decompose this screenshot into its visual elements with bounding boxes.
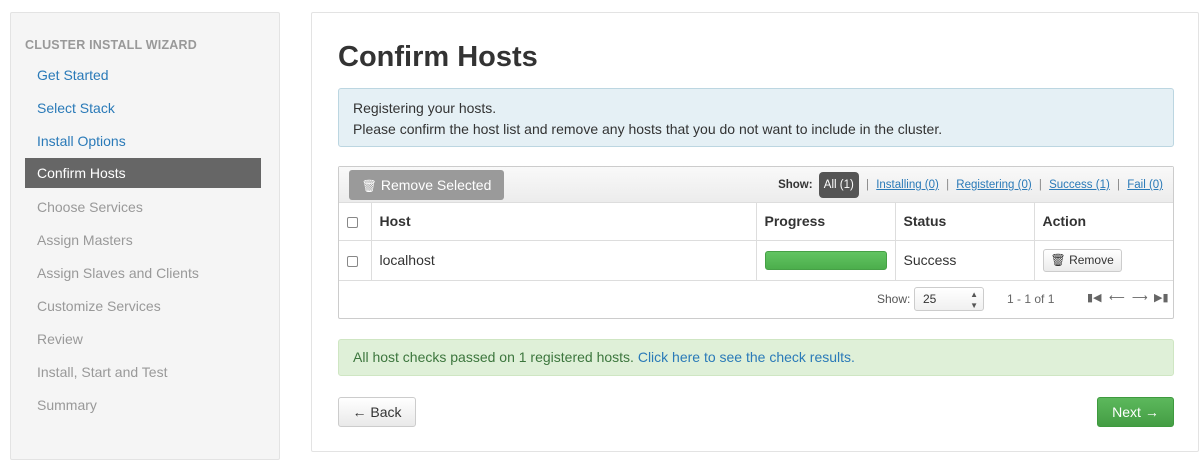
sidebar-item-select-stack[interactable]: Select Stack <box>25 92 261 125</box>
back-button[interactable]: ← Back <box>338 397 416 427</box>
pager-range-info: 1 - 1 of 1 <box>1007 292 1055 306</box>
table-pager: Show: 25 ▲ ▼ 1 - 1 of 1 ▮◀ ⟵ ⟶ ▶▮ <box>339 282 1173 318</box>
table-header-row: Host Progress Status Action <box>339 203 1173 241</box>
filter-success[interactable]: Success (1) <box>1049 179 1110 191</box>
page-title: Confirm Hosts <box>338 41 538 73</box>
sidebar-item-review: Review <box>37 331 83 347</box>
sidebar-header: CLUSTER INSTALL WIZARD <box>25 38 197 52</box>
column-header-progress: Progress <box>756 203 896 241</box>
filter-all[interactable]: All (1) <box>818 172 859 198</box>
host-checks-text: All host checks passed on 1 registered h… <box>353 349 638 365</box>
select-all-checkbox[interactable] <box>347 217 358 229</box>
pager-show-label: Show: <box>877 292 911 306</box>
trash-icon: 🗑 <box>1050 252 1066 267</box>
column-header-action: Action <box>1034 203 1173 241</box>
wizard-sidebar: CLUSTER INSTALL WIZARD Get Started Selec… <box>10 12 280 460</box>
remove-host-label: Remove <box>1069 252 1114 267</box>
filter-separator: | <box>1117 179 1121 191</box>
remove-selected-label: Remove Selected <box>380 177 492 193</box>
hosts-table-box: 🗑 Remove Selected Show: All (1) | Install… <box>338 166 1174 319</box>
sidebar-item-summary: Summary <box>37 397 97 413</box>
sidebar-item-assign-masters: Assign Masters <box>37 232 133 248</box>
last-page-icon[interactable]: ▶▮ <box>1154 291 1169 304</box>
info-line-registering: Registering your hosts. <box>353 100 497 116</box>
prev-page-icon[interactable]: ⟵ <box>1109 291 1125 304</box>
page-size-value: 25 <box>923 292 937 306</box>
sidebar-steps: Get Started Select Stack Install Options… <box>25 59 261 422</box>
next-page-icon[interactable]: ⟶ <box>1132 291 1148 304</box>
first-page-icon[interactable]: ▮◀ <box>1087 291 1102 304</box>
sidebar-item-assign-slaves-clients: Assign Slaves and Clients <box>37 265 199 281</box>
action-cell: 🗑 Remove <box>1034 240 1173 281</box>
select-all-cell <box>339 203 372 241</box>
check-results-link[interactable]: Click here to see the check results. <box>638 349 855 365</box>
page-size-select[interactable]: 25 ▲ ▼ <box>914 287 984 311</box>
sidebar-item-install-start-test: Install, Start and Test <box>37 364 168 380</box>
filter-separator: | <box>946 179 950 191</box>
column-header-host: Host <box>371 203 757 241</box>
status-text: Success <box>895 240 1035 281</box>
remove-host-button[interactable]: 🗑 Remove <box>1042 248 1122 272</box>
table-row: localhost Success 🗑 Remove <box>339 240 1173 281</box>
column-header-status: Status <box>895 203 1035 241</box>
trash-icon: 🗑 <box>361 179 377 193</box>
next-button[interactable]: Next → <box>1097 397 1174 427</box>
sidebar-item-customize-services: Customize Services <box>37 298 161 314</box>
filter-installing[interactable]: Installing (0) <box>876 179 939 191</box>
sidebar-item-confirm-hosts[interactable]: Confirm Hosts <box>25 158 261 188</box>
filter-separator: | <box>1038 179 1042 191</box>
progress-bar <box>764 250 887 270</box>
filter-separator: | <box>866 179 870 191</box>
host-name: localhost <box>371 240 757 281</box>
host-filter-bar: Show: All (1) | Installing (0) | Registe… <box>778 171 1163 199</box>
select-arrows-icon: ▲ ▼ <box>970 290 978 310</box>
sidebar-item-install-options[interactable]: Install Options <box>25 125 261 158</box>
info-alert: Registering your hosts. Please confirm t… <box>338 88 1174 147</box>
progress-cell <box>756 240 896 281</box>
hosts-table: Host Progress Status Action localhost Su… <box>339 203 1173 281</box>
sidebar-item-get-started[interactable]: Get Started <box>25 59 261 92</box>
info-line-instructions: Please confirm the host list and remove … <box>353 121 943 137</box>
main-panel: Confirm Hosts Registering your hosts. Pl… <box>311 12 1199 452</box>
host-checks-alert: All host checks passed on 1 registered h… <box>338 339 1174 376</box>
filter-fail[interactable]: Fail (0) <box>1127 179 1163 191</box>
sidebar-item-choose-services: Choose Services <box>37 199 143 215</box>
filter-registering[interactable]: Registering (0) <box>956 179 1031 191</box>
row-select-cell <box>339 240 372 281</box>
filter-show-label: Show: <box>778 179 813 191</box>
remove-selected-button[interactable]: 🗑 Remove Selected <box>349 170 504 200</box>
row-checkbox[interactable] <box>347 255 358 267</box>
hosts-toolbar: 🗑 Remove Selected Show: All (1) | Install… <box>339 167 1173 203</box>
